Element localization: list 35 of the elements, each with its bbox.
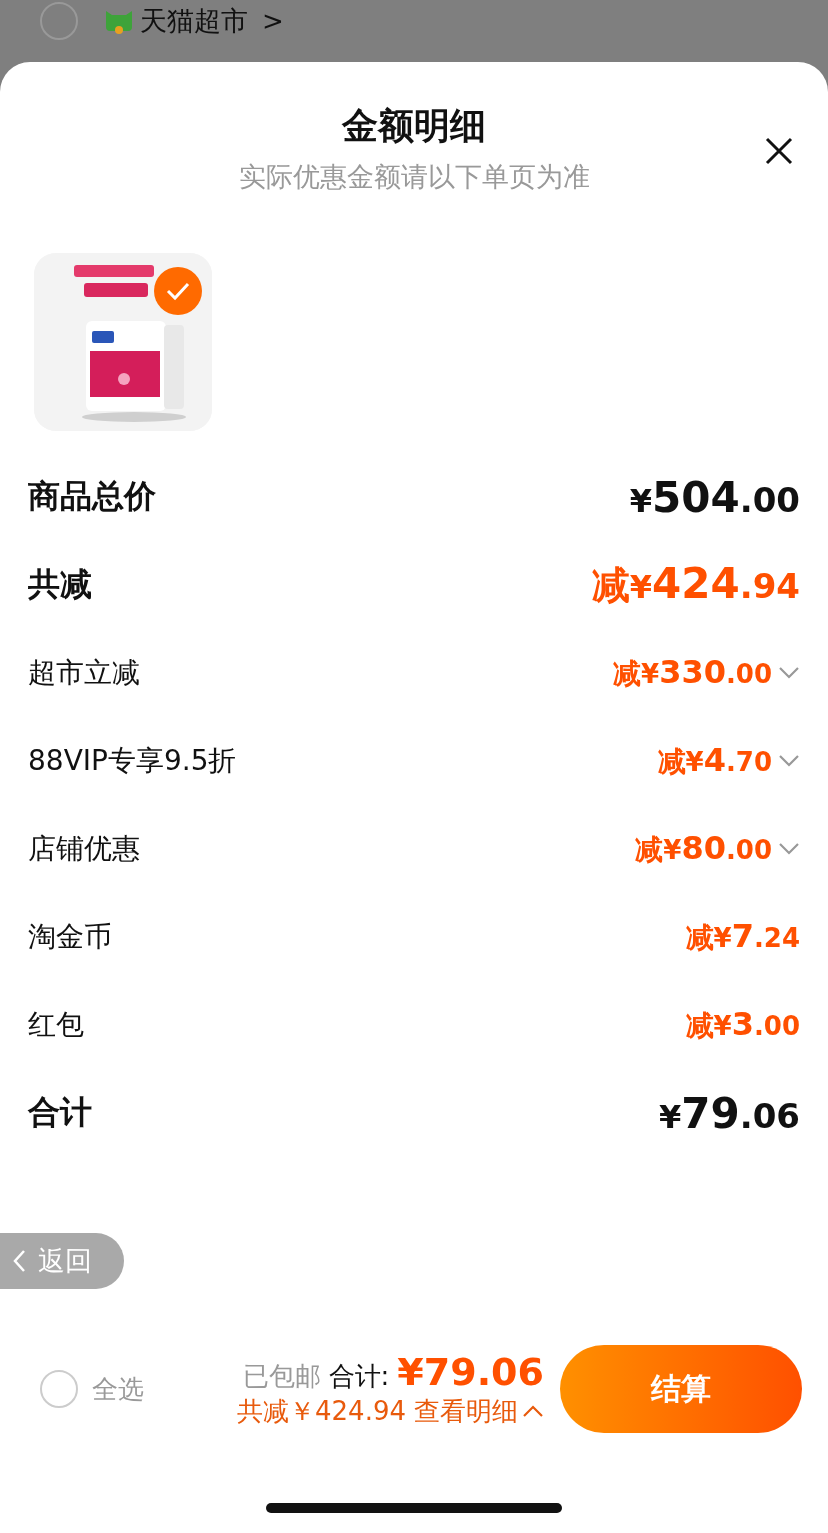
row-label: 商品总价 — [28, 476, 156, 517]
sheet-title: 金额明细 — [342, 104, 486, 148]
select-all-radio[interactable] — [40, 1370, 78, 1408]
amount: ¥79.06 — [659, 1088, 800, 1138]
row-label: 88VIP专享9.5折 — [28, 743, 237, 779]
discount-summary: 共减￥424.94 — [237, 1394, 406, 1428]
row-label: 红包 — [28, 1007, 84, 1043]
select-radio[interactable] — [40, 2, 78, 40]
total-label: 合计: — [328, 1359, 390, 1393]
sheet-subtitle: 实际优惠金额请以下单页为准 — [238, 160, 590, 194]
chevron-down-icon — [778, 754, 800, 768]
total-amount: ¥79.06 — [397, 1349, 544, 1394]
amount: 减¥3.00 — [685, 1005, 800, 1045]
amount: 减¥80.00 — [635, 829, 772, 869]
chevron-up-icon — [522, 1404, 544, 1418]
row-label: 淘金币 — [28, 919, 112, 955]
amount: 减¥424.94 — [591, 559, 800, 610]
amount: ¥504.00 — [629, 472, 800, 522]
close-icon[interactable] — [764, 136, 794, 166]
checkout-button[interactable]: 结算 — [560, 1345, 802, 1433]
row-label: 店铺优惠 — [28, 831, 140, 867]
back-button[interactable]: 返回 — [0, 1233, 124, 1289]
amount: 减¥4.70 — [657, 741, 772, 781]
arrow-icon: > — [262, 2, 284, 40]
row-label: 合计 — [28, 1092, 92, 1133]
details-link[interactable]: 查看明细 — [414, 1393, 544, 1429]
row-label: 超市立减 — [28, 655, 140, 691]
select-all-label: 全选 — [92, 1372, 144, 1406]
amount: 减¥7.24 — [685, 917, 800, 957]
amount: 减¥330.00 — [613, 653, 772, 693]
chevron-down-icon — [778, 666, 800, 680]
shipping-note: 已包邮 — [242, 1359, 321, 1393]
row-label: 共减 — [28, 564, 92, 605]
chevron-down-icon — [778, 842, 800, 856]
store-name[interactable]: 天猫超市 — [140, 2, 248, 40]
